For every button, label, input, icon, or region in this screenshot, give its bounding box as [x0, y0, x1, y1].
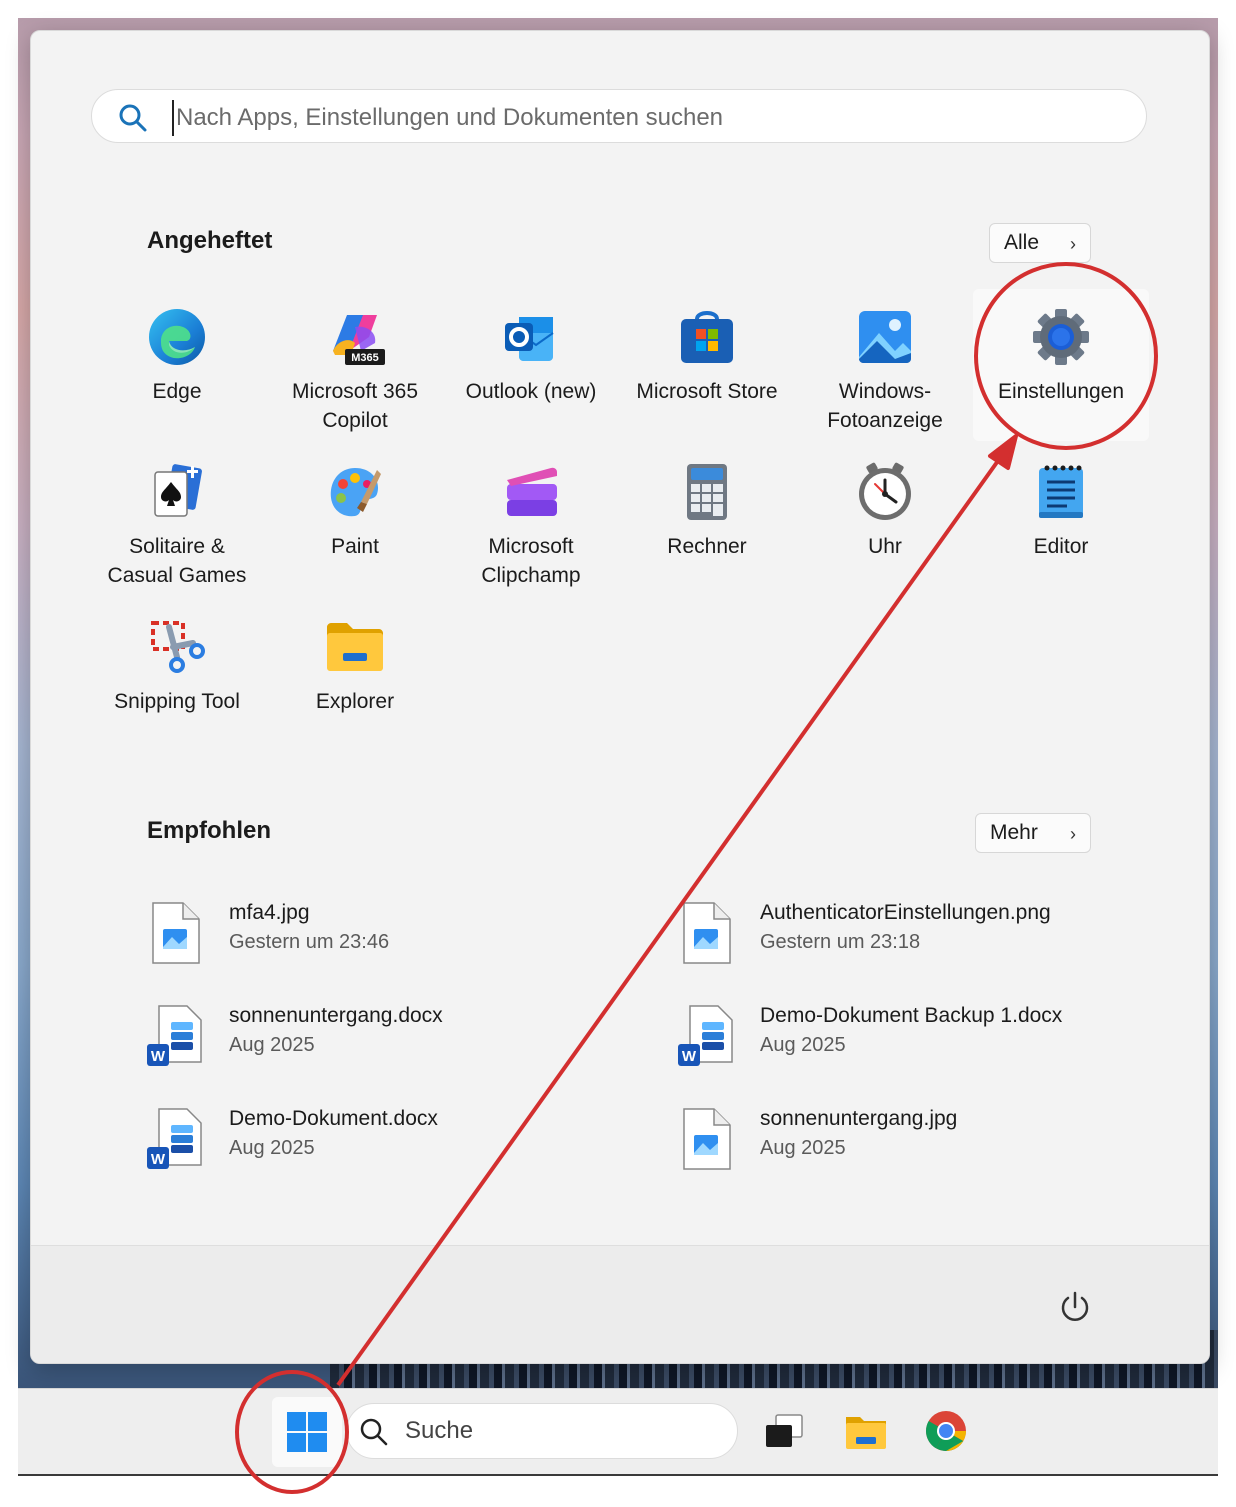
- pinned-app-m365-copilot[interactable]: M365 Microsoft 365 Copilot: [267, 289, 443, 441]
- image-file-icon: [152, 902, 200, 964]
- app-label: Paint: [331, 535, 379, 558]
- app-label: Einstellungen: [997, 380, 1125, 403]
- notepad-icon: [1039, 465, 1083, 518]
- taskbar: Suche: [18, 1388, 1218, 1475]
- calculator-icon: [687, 464, 727, 520]
- pinned-app-photos[interactable]: Windows- Fotoanzeige: [797, 289, 973, 441]
- more-label: Mehr: [990, 821, 1038, 844]
- file-name: Demo-Dokument Backup 1.docx: [760, 1004, 1063, 1027]
- recommended-item[interactable]: W sonnenuntergang.docx Aug 2025: [145, 1000, 625, 1080]
- windows-start-icon: [287, 1412, 327, 1452]
- pinned-app-snipping-tool[interactable]: Snipping Tool: [89, 599, 265, 751]
- file-explorer-icon[interactable]: [844, 1409, 888, 1453]
- recommended-item[interactable]: sonnenuntergang.jpg Aug 2025: [676, 1103, 1156, 1183]
- outlook-icon: [505, 317, 554, 361]
- all-apps-label: Alle: [1004, 231, 1040, 254]
- file-name: Demo-Dokument.docx: [229, 1107, 438, 1130]
- start-button[interactable]: [272, 1397, 342, 1467]
- clock-icon: [859, 462, 911, 520]
- recommended-item[interactable]: AuthenticatorEinstellungen.png Gestern u…: [676, 897, 1156, 977]
- start-menu-footer: [31, 1246, 1209, 1363]
- pinned-app-solitaire[interactable]: Solitaire & Casual Games: [89, 444, 265, 596]
- file-name: mfa4.jpg: [229, 901, 310, 924]
- pinned-app-explorer[interactable]: Explorer: [267, 599, 443, 751]
- m365-copilot-icon: M365: [333, 315, 385, 365]
- all-apps-button[interactable]: Alle ›: [989, 223, 1091, 263]
- pinned-app-clipchamp[interactable]: Microsoft Clipchamp: [443, 444, 619, 596]
- file-time: Gestern um 23:18: [760, 931, 921, 953]
- chrome-icon[interactable]: [924, 1409, 968, 1453]
- solitaire-icon: [154, 464, 202, 517]
- app-label: Microsoft Clipchamp: [481, 535, 581, 587]
- app-label: Snipping Tool: [114, 690, 240, 713]
- store-icon: [681, 311, 733, 363]
- folder-icon: [327, 623, 383, 671]
- app-label: Rechner: [667, 535, 747, 558]
- recommended-title: Empfohlen: [147, 817, 271, 844]
- pinned-app-settings[interactable]: Einstellungen: [973, 289, 1149, 441]
- word-file-icon: W: [678, 1005, 733, 1066]
- edge-icon: [149, 309, 205, 365]
- recommended-item[interactable]: W Demo-Dokument Backup 1.docx Aug 2025: [676, 1000, 1156, 1080]
- recommended-item[interactable]: mfa4.jpg Gestern um 23:46: [145, 897, 625, 977]
- footer-divider: [31, 1245, 1209, 1246]
- search-icon: [360, 1418, 388, 1446]
- svg-text:W: W: [151, 1151, 166, 1168]
- recommended-item[interactable]: W Demo-Dokument.docx Aug 2025: [145, 1103, 625, 1183]
- more-button[interactable]: Mehr ›: [975, 813, 1091, 853]
- app-label: Microsoft Store: [636, 380, 778, 403]
- app-label: Outlook (new): [465, 380, 597, 403]
- screen-bottom-line: [18, 1474, 1218, 1476]
- pinned-app-paint[interactable]: Paint: [267, 444, 443, 596]
- svg-text:W: W: [682, 1048, 697, 1065]
- word-file-icon: W: [147, 1108, 202, 1169]
- app-label: Solitaire & Casual Games: [107, 535, 247, 587]
- image-file-icon: [683, 1108, 731, 1170]
- pinned-app-clock[interactable]: Uhr: [797, 444, 973, 596]
- paint-icon: [330, 468, 381, 517]
- gear-icon: [1033, 309, 1089, 365]
- app-label: Microsoft 365 Copilot: [291, 380, 419, 432]
- pinned-app-notepad[interactable]: Editor: [973, 444, 1149, 596]
- word-file-icon: W: [147, 1005, 202, 1066]
- app-label: Edge: [152, 380, 202, 403]
- file-time: Aug 2025: [229, 1034, 315, 1056]
- app-label: Windows- Fotoanzeige: [827, 380, 943, 432]
- pinned-app-edge[interactable]: Edge: [89, 289, 265, 441]
- pinned-title: Angeheftet: [147, 227, 273, 254]
- chevron-right-icon: ›: [1070, 824, 1076, 844]
- taskbar-search-label: Suche: [405, 1417, 474, 1444]
- app-label: Explorer: [315, 690, 395, 713]
- file-name: AuthenticatorEinstellungen.png: [760, 901, 1051, 924]
- file-name: sonnenuntergang.jpg: [760, 1107, 958, 1130]
- pinned-app-outlook[interactable]: Outlook (new): [443, 289, 619, 441]
- search-icon: [119, 104, 147, 132]
- photos-icon: [859, 311, 911, 363]
- snipping-tool-icon: [151, 621, 205, 673]
- svg-text:W: W: [151, 1048, 166, 1065]
- taskbar-search[interactable]: Suche: [346, 1403, 738, 1459]
- power-icon[interactable]: [1057, 1289, 1093, 1325]
- clipchamp-icon: [507, 467, 557, 516]
- image-file-icon: [683, 902, 731, 964]
- file-time: Aug 2025: [760, 1137, 846, 1159]
- file-time: Aug 2025: [760, 1034, 846, 1056]
- search-input[interactable]: [172, 100, 1118, 136]
- start-menu: Angeheftet Alle › Edge M365 Microsoft 36…: [30, 30, 1210, 1364]
- file-time: Aug 2025: [229, 1137, 315, 1159]
- app-label: Uhr: [868, 535, 902, 558]
- svg-text:M365: M365: [351, 352, 379, 364]
- app-label: Editor: [1033, 535, 1089, 558]
- task-view-icon[interactable]: [762, 1409, 806, 1453]
- file-time: Gestern um 23:46: [229, 931, 390, 953]
- chevron-right-icon: ›: [1070, 234, 1076, 254]
- pinned-app-microsoft-store[interactable]: Microsoft Store: [619, 289, 795, 441]
- pinned-app-calculator[interactable]: Rechner: [619, 444, 795, 596]
- file-name: sonnenuntergang.docx: [229, 1004, 443, 1027]
- start-search-box[interactable]: [91, 89, 1147, 143]
